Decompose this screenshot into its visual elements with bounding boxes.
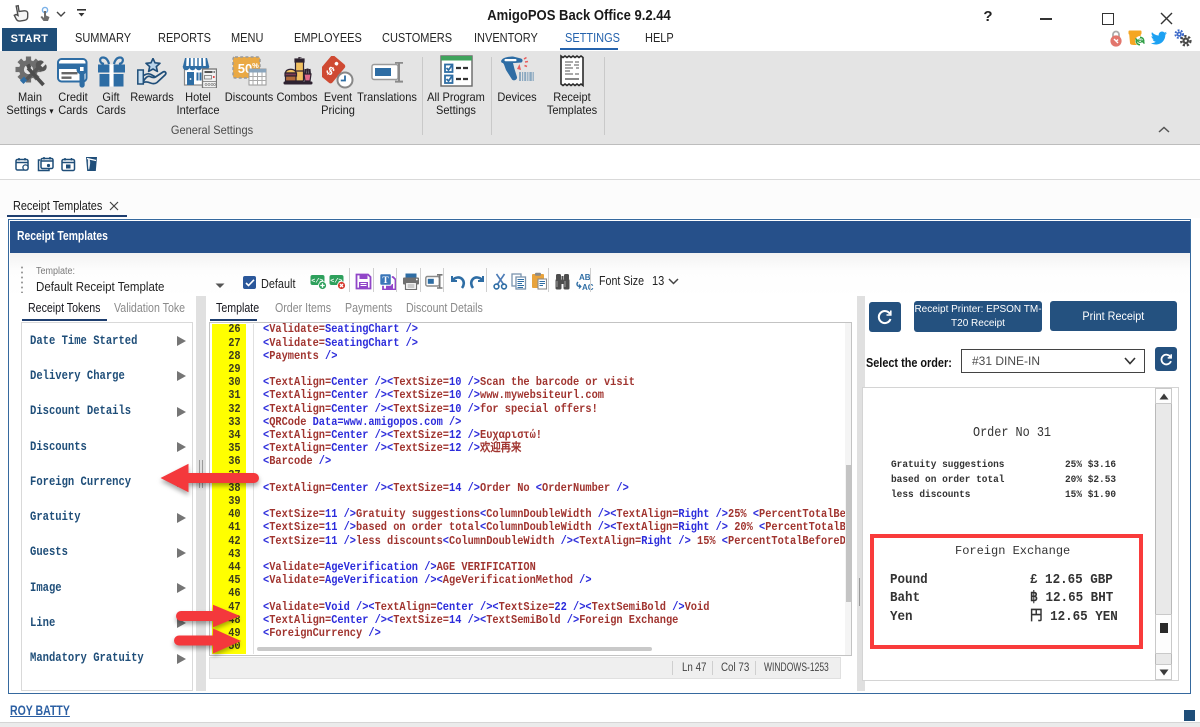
svg-text:T: T	[382, 276, 389, 286]
svg-text:AC: AC	[582, 283, 594, 291]
svg-text:AB: AB	[579, 273, 591, 282]
svg-text:S: S	[1138, 38, 1143, 45]
